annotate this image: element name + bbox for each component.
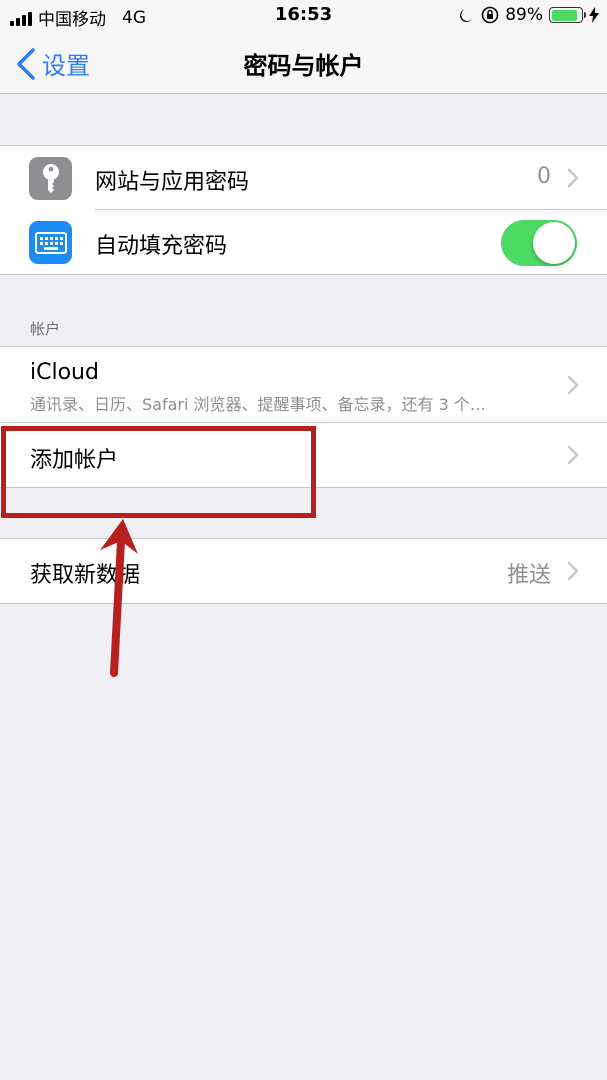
website-passwords-count: 0 <box>537 164 551 189</box>
website-passwords-row[interactable]: 网站与应用密码 0 <box>0 146 607 210</box>
fetch-new-data-value: 推送 <box>506 563 551 588</box>
autofill-row: 自动填充密码 <box>0 210 607 274</box>
passwords-group: 网站与应用密码 0 自动填充密码 <box>0 145 607 275</box>
moon-icon <box>460 9 474 23</box>
icloud-title: iCloud <box>30 360 99 385</box>
chevron-right-icon <box>567 168 579 188</box>
chevron-right-icon <box>567 561 579 581</box>
chevron-right-icon <box>567 445 579 465</box>
icloud-row[interactable]: iCloud 通讯录、日历、Safari 浏览器、提醒事项、备忘录，还有 3 个… <box>0 347 607 423</box>
status-right: 89% <box>459 5 599 25</box>
chevron-right-icon <box>567 375 579 395</box>
toggle-knob <box>533 222 575 264</box>
navigation-bar: 设置 密码与帐户 <box>0 32 607 94</box>
battery-percent: 89% <box>505 5 543 25</box>
icloud-subtitle: 通讯录、日历、Safari 浏览器、提醒事项、备忘录，还有 3 个… <box>30 395 486 414</box>
orientation-lock-icon <box>481 6 499 24</box>
charging-bolt-icon <box>589 7 599 23</box>
annotation-arrow-icon <box>100 519 138 677</box>
annotation-highlight-box <box>1 426 316 518</box>
autofill-toggle[interactable] <box>501 220 577 266</box>
status-bar: 中国移动 4G 16:53 89% <box>0 0 607 32</box>
battery-icon <box>549 7 586 23</box>
accounts-section-header: 帐户 <box>30 320 61 338</box>
website-passwords-label: 网站与应用密码 <box>95 170 250 195</box>
page-title: 密码与帐户 <box>243 52 364 80</box>
autofill-label: 自动填充密码 <box>95 234 228 259</box>
keyboard-icon <box>29 221 72 264</box>
key-icon <box>29 157 72 200</box>
battery-fill <box>551 9 578 21</box>
